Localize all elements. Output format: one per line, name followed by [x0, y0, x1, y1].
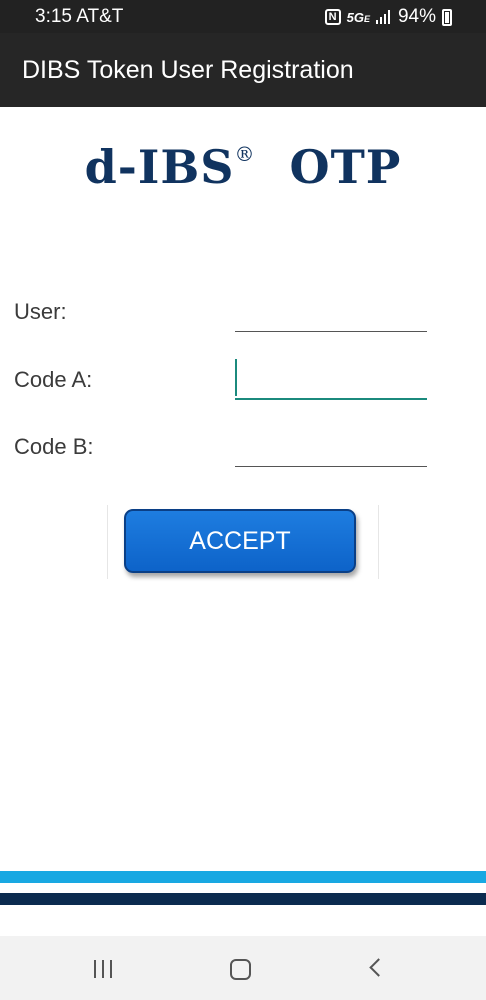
home-icon[interactable] [230, 959, 251, 980]
nfc-icon: N [324, 9, 341, 25]
status-time: 3:15 AT&T [35, 6, 124, 27]
code-a-label: Code A: [14, 367, 93, 392]
footer-stripe-dark [0, 893, 486, 905]
back-icon[interactable] [369, 958, 388, 977]
text-cursor [235, 359, 237, 396]
network-type-label: 5G [346, 9, 364, 25]
network-type: 5GE [347, 10, 370, 25]
recent-apps-icon[interactable] [94, 960, 114, 978]
network-type-suffix: E [363, 13, 370, 24]
code-b-label: Code B: [14, 434, 94, 459]
logo-main: d-IBS [84, 140, 235, 194]
user-label: User: [14, 299, 67, 324]
logo-suffix: OTP [289, 140, 402, 194]
signal-icon [375, 10, 392, 24]
status-bar: 3:15 AT&T N 5GE 94% [0, 0, 486, 33]
battery-percent: 94% [397, 6, 436, 27]
code-a-field[interactable] [235, 360, 427, 400]
accept-button[interactable]: ACCEPT [124, 509, 356, 573]
battery-icon [442, 8, 452, 26]
navigation-bar [0, 936, 486, 1000]
footer-stripe-light [0, 871, 486, 883]
app-bar: DIBS Token User Registration [0, 33, 486, 107]
d-ibs-otp-logo: d-IBS® OTP [0, 140, 486, 194]
user-field[interactable] [235, 292, 427, 332]
status-icons: N 5GE 94% [324, 5, 452, 29]
logo-registered-mark: ® [234, 142, 256, 166]
app-title: DIBS Token User Registration [22, 56, 354, 84]
code-b-field[interactable] [235, 427, 427, 467]
